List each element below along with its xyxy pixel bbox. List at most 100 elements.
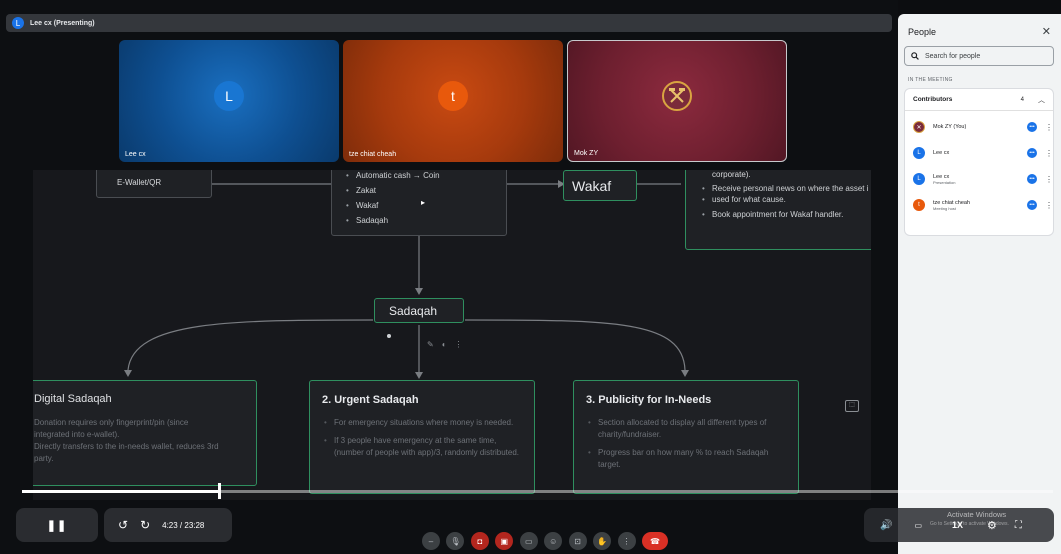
digital-line: integrated into e-wallet). xyxy=(34,430,120,439)
people-panel-title: People xyxy=(908,27,937,37)
publicity-list: Section allocated to display all differe… xyxy=(588,417,788,477)
participant-row[interactable]: L Lee cx Presentation ••• ⋮ xyxy=(913,168,1053,190)
raise-hand-icon[interactable]: ✋ xyxy=(593,532,612,550)
wakaf-detail-item: Book appointment for Wakaf handler. xyxy=(702,210,869,219)
payment-type-item: Wakaf xyxy=(346,201,440,210)
contributors-header[interactable]: Contributors 4 ︿ xyxy=(905,89,1053,111)
participant-row-role: Presentation xyxy=(933,179,956,185)
wakaf-detail-cont-text: used for what cause. xyxy=(712,195,786,204)
mouse-cursor: ▸ xyxy=(421,198,426,207)
wakaf-detail-item: Receive personal news on where the asset… xyxy=(702,184,869,193)
urgent-sadaqah-list: For emergency situations where money is … xyxy=(324,417,524,465)
participant-tile-mok[interactable]: Mok ZY xyxy=(567,40,787,162)
close-icon[interactable]: ✕ xyxy=(1042,25,1051,38)
present-icon[interactable]: ▣ xyxy=(495,532,514,550)
video-progress-fill xyxy=(22,490,218,493)
shared-slide: E-Wallet/QR Automatic cash → Coin Zakat … xyxy=(33,170,871,500)
digital-sadaqah-title: Digital Sadaqah xyxy=(34,393,112,405)
wakaf-box: Wakaf xyxy=(563,170,637,201)
pause-button[interactable]: ❚❚ xyxy=(16,508,98,542)
people-search-input[interactable]: Search for people xyxy=(904,46,1054,66)
team-crest-icon: ✕ xyxy=(913,121,925,133)
kebab-menu-icon[interactable]: ⋮ xyxy=(1045,149,1053,158)
contributors-label: Contributors xyxy=(913,96,953,103)
payment-type-item: Zakat xyxy=(346,186,440,195)
payment-type-item: Sadaqah xyxy=(346,216,440,225)
participant-avatar: t xyxy=(913,199,925,211)
activate-windows-watermark: Activate Windows xyxy=(947,510,1007,519)
urgent-sadaqah-box: 2. Urgent Sadaqah For emergency situatio… xyxy=(309,380,535,494)
slide-expand-icon[interactable]: ⬚ xyxy=(845,400,859,412)
chevron-up-icon[interactable]: ︿ xyxy=(1038,95,1045,105)
more-dots-icon[interactable]: ••• xyxy=(1027,174,1037,184)
participant-tile-lee[interactable]: L Lee cx xyxy=(119,40,339,162)
section-label: IN THE MEETING xyxy=(908,77,953,83)
slide-toolbar-icons[interactable]: ✎◐⋮ xyxy=(427,340,471,349)
publicity-item: Section allocated to display all differe… xyxy=(588,417,788,441)
presenter-bar: L Lee cx (Presenting) xyxy=(6,14,892,32)
crossed-hammers-icon xyxy=(669,88,685,103)
participant-avatar: L xyxy=(913,147,925,159)
participant-row[interactable]: L Lee cx ••• ⋮ xyxy=(913,142,1053,164)
subtitles-icon[interactable]: ▭ xyxy=(914,521,922,530)
sadaqah-box: Sadaqah xyxy=(374,298,464,323)
wakaf-detail-item-cont: used for what cause. xyxy=(702,195,869,204)
more-left-icon[interactable]: – xyxy=(422,532,440,550)
leave-call-icon[interactable]: ☎ xyxy=(641,532,668,550)
payment-type-item: Automatic cash → Coin xyxy=(346,171,440,180)
digital-sadaqah-box: Digital Sadaqah Donation requires only f… xyxy=(33,380,257,486)
ewallet-box: E-Wallet/QR xyxy=(96,170,212,198)
publicity-box: 3. Publicity for In-Needs Section alloca… xyxy=(573,380,799,494)
publicity-item: Progress bar on how many % to reach Sada… xyxy=(588,447,788,471)
fullscreen-icon[interactable]: ⛶ xyxy=(1015,520,1022,531)
participant-avatar: t xyxy=(438,81,468,112)
meet-control-bar: – 🎙 ◘ ▣ ▭ ☺ ⊡ ✋ ⋮ ☎ xyxy=(422,530,668,552)
playback-time: 4:23 / 23:28 xyxy=(162,520,205,530)
participant-avatar: L xyxy=(913,173,925,185)
participant-tile-tze[interactable]: t tze chiat cheah xyxy=(343,40,563,162)
camera-off-icon[interactable]: ◘ xyxy=(470,532,489,550)
presenter-avatar: L xyxy=(12,17,24,29)
digital-sadaqah-body: Donation requires only fingerprint/pin (… xyxy=(34,417,219,465)
wakaf-detail-line: corporate). xyxy=(712,170,751,179)
sadaqah-label: Sadaqah xyxy=(389,304,438,318)
participant-name: Mok ZY xyxy=(574,150,599,157)
payment-types-list: Automatic cash → Coin Zakat Wakaf Sadaqa… xyxy=(346,171,440,231)
more-options-icon[interactable]: ⋮ xyxy=(617,532,636,550)
activate-windows-subtext: Go to Settings to activate Windows. xyxy=(930,521,1009,527)
participant-row-name: Mok ZY (You) xyxy=(933,124,967,130)
digital-line: Donation requires only fingerprint/pin (… xyxy=(34,418,189,427)
participant-row-role: Meeting host xyxy=(933,205,956,211)
captions-icon[interactable]: ▭ xyxy=(519,532,538,550)
digital-line: Directly transfers to the in-needs walle… xyxy=(34,442,219,451)
mic-icon[interactable]: 🎙 xyxy=(446,532,465,550)
presentation-stage: L Lee cx (Presenting) E-Wallet/QR Automa… xyxy=(0,0,898,554)
participant-row[interactable]: ✕ Mok ZY (You) ••• ⋮ xyxy=(913,116,1053,138)
kebab-menu-icon[interactable]: ⋮ xyxy=(1045,201,1053,210)
wakaf-details-box: corporate). Receive personal news on whe… xyxy=(685,170,871,250)
rewind-5-icon[interactable]: ↺ xyxy=(118,518,128,532)
video-progress-bar[interactable] xyxy=(22,483,1053,499)
kebab-menu-icon[interactable]: ⋮ xyxy=(1045,175,1053,184)
participant-name: tze chiat cheah xyxy=(349,151,397,158)
participant-row-name: Lee cx xyxy=(933,150,950,156)
volume-icon[interactable]: 🔊 xyxy=(880,520,892,531)
urgent-item: If 3 people have emergency at the same t… xyxy=(324,435,524,459)
wakaf-details-list: Receive personal news on where the asset… xyxy=(702,184,869,225)
team-crest-icon xyxy=(662,81,692,112)
more-dots-icon[interactable]: ••• xyxy=(1027,200,1037,210)
payment-types-box: Automatic cash → Coin Zakat Wakaf Sadaqa… xyxy=(331,170,507,236)
more-dots-icon[interactable]: ••• xyxy=(1027,148,1037,158)
urgent-item: For emergency situations where money is … xyxy=(324,417,524,429)
video-progress-handle[interactable] xyxy=(217,483,221,499)
forward-5-icon[interactable]: ↻ xyxy=(140,518,150,532)
kebab-menu-icon[interactable]: ⋮ xyxy=(1045,123,1053,132)
emoji-icon[interactable]: ☺ xyxy=(544,532,563,550)
share-screen-icon[interactable]: ⊡ xyxy=(568,532,587,550)
seek-controls: ↺ ↻ 4:23 / 23:28 xyxy=(104,508,232,542)
participant-row[interactable]: t tze chiat cheah Meeting host ••• ⋮ xyxy=(913,194,1053,216)
search-icon xyxy=(911,52,919,60)
more-dots-icon[interactable]: ••• xyxy=(1027,122,1037,132)
ewallet-label: E-Wallet/QR xyxy=(117,178,162,187)
participant-avatar: L xyxy=(214,81,244,112)
